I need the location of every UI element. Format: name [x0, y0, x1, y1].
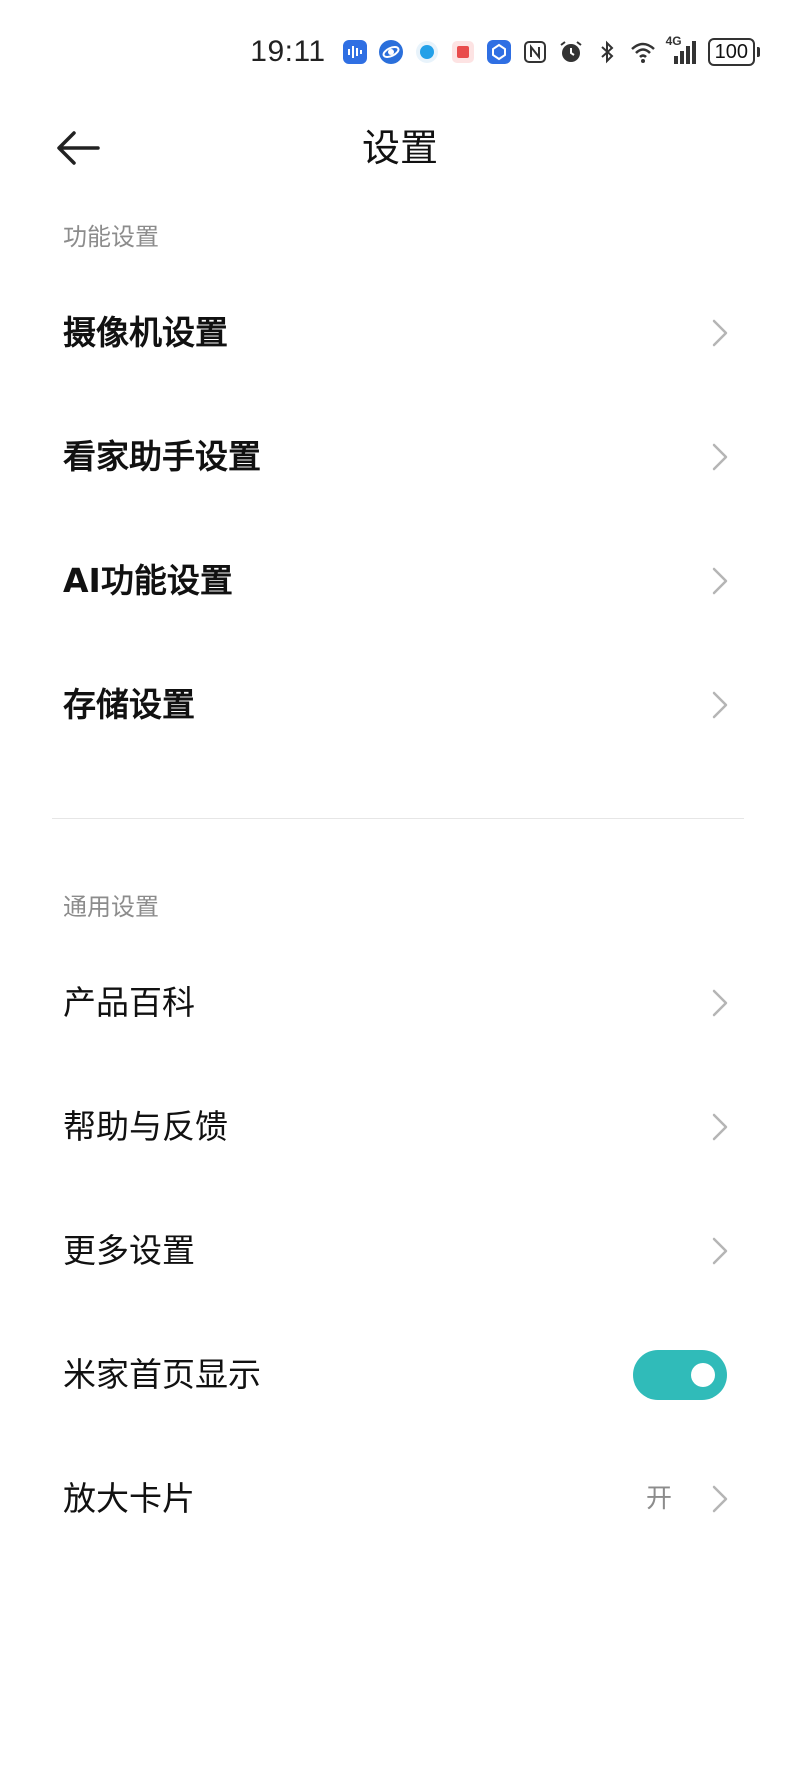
status-bar: 19:11 4G 100 — [0, 0, 800, 100]
section-label-features: 功能设置 — [63, 223, 159, 251]
alarm-icon — [560, 41, 582, 62]
list-item-camera-settings[interactable]: 摄像机设置 — [0, 271, 800, 395]
list-item-product-wiki[interactable]: 产品百科 — [0, 941, 800, 1065]
header: 设置 — [0, 100, 800, 196]
list-item-storage-settings[interactable]: 存储设置 — [0, 643, 800, 767]
chevron-right-icon — [712, 443, 728, 471]
section-divider — [52, 818, 744, 819]
chevron-right-icon — [712, 567, 728, 595]
bluetooth-icon — [600, 40, 614, 64]
item-label: 放大卡片 — [63, 1479, 195, 1518]
toggle-knob — [691, 1363, 715, 1387]
voice-app-icon — [342, 40, 367, 64]
list-item-help-feedback[interactable]: 帮助与反馈 — [0, 1065, 800, 1189]
chevron-right-icon — [712, 319, 728, 347]
list-item-ai-settings[interactable]: AI功能设置 — [0, 519, 800, 643]
item-label: 摄像机设置 — [63, 313, 228, 352]
page-title: 设置 — [361, 126, 438, 170]
chevron-right-icon — [712, 691, 728, 719]
item-label: 更多设置 — [63, 1231, 195, 1270]
signal-group: 4G — [666, 34, 698, 66]
battery-tip — [757, 47, 760, 57]
battery-level: 100 — [707, 38, 755, 66]
chevron-right-icon — [712, 1237, 728, 1265]
chevron-right-icon — [712, 1485, 728, 1513]
item-label: 存储设置 — [63, 685, 195, 724]
red-app-icon — [451, 41, 474, 63]
blue-app-icon — [486, 40, 511, 64]
status-time: 19:11 — [250, 35, 326, 68]
game-app-icon — [415, 41, 438, 63]
list-item-more-settings[interactable]: 更多设置 — [0, 1189, 800, 1313]
list-item-home-guard-settings[interactable]: 看家助手设置 — [0, 395, 800, 519]
item-label: 产品百科 — [63, 983, 195, 1022]
item-label: 看家助手设置 — [63, 437, 261, 476]
list-item-enlarge-card[interactable]: 放大卡片 开 — [0, 1437, 800, 1561]
item-label: AI功能设置 — [63, 561, 233, 600]
browser-app-icon — [378, 40, 403, 64]
item-label: 帮助与反馈 — [63, 1107, 228, 1146]
section-label-general: 通用设置 — [63, 893, 159, 921]
status-icons: 19:11 4G 100 — [250, 32, 760, 72]
item-label: 米家首页显示 — [63, 1355, 261, 1394]
signal-icon — [673, 41, 696, 64]
nfc-icon — [523, 41, 546, 63]
home-display-toggle[interactable] — [633, 1350, 727, 1400]
battery-indicator: 100 — [707, 38, 760, 66]
chevron-right-icon — [712, 1113, 728, 1141]
list-item-mijia-home-display: 米家首页显示 — [0, 1313, 800, 1437]
wifi-icon — [630, 42, 655, 63]
chevron-right-icon — [712, 989, 728, 1017]
item-value: 开 — [645, 1484, 672, 1514]
